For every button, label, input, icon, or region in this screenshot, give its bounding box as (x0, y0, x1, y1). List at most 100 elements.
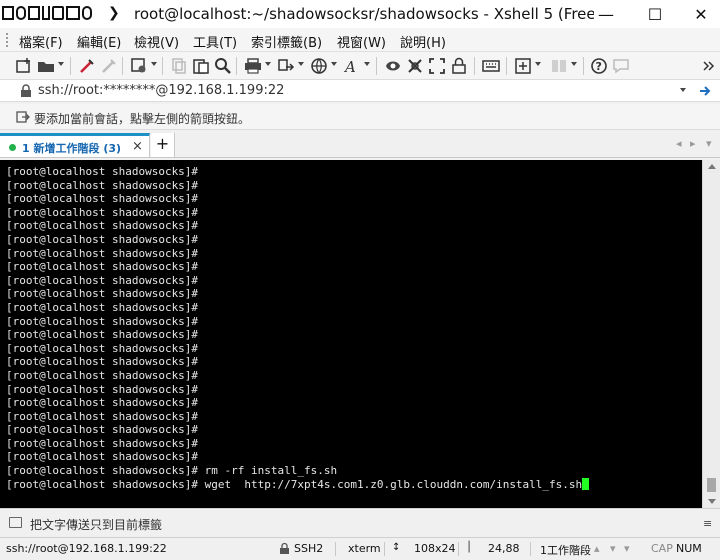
address-input[interactable]: ssh://root:********@192.168.1.199:22 (38, 83, 284, 98)
menu-view[interactable]: 檢視(V) (134, 32, 179, 51)
find-icon[interactable] (214, 57, 232, 75)
open-folder-icon[interactable] (37, 57, 55, 75)
print-icon[interactable] (244, 57, 262, 75)
transfer-dropdown-icon[interactable] (298, 62, 304, 66)
properties-icon[interactable] (130, 57, 148, 75)
status-session-list-icon[interactable]: ▾ (624, 542, 630, 555)
menu-file[interactable]: 檔案(F) (19, 32, 63, 51)
status-lock-icon (280, 542, 289, 554)
status-connection: ssh://root@192.168.1.199:22 (6, 542, 167, 555)
toolbar-overflow-icon[interactable] (700, 57, 718, 75)
terminal-line: [root@localhost shadowsocks]# (6, 396, 199, 410)
compose-bar[interactable]: 把文字傳送只到目前標籤 ≡ (0, 508, 720, 538)
svg-text:A: A (343, 58, 356, 75)
terminal-current-command: [root@localhost shadowsocks]# wget http:… (6, 477, 583, 491)
lock-icon[interactable] (450, 57, 468, 75)
tab-session-1[interactable]: 1 新增工作階段 (3) × (0, 133, 150, 157)
terminal-line: [root@localhost shadowsocks]# (6, 436, 199, 450)
svg-text:?: ? (596, 60, 602, 73)
status-bar: ssh://root@192.168.1.199:22 SSH2 xterm ↕… (0, 538, 720, 560)
scroll-down-icon[interactable] (708, 499, 716, 504)
app-logo-icon (2, 4, 92, 22)
terminal-line: [root@localhost shadowsocks]# (6, 260, 199, 274)
help-icon[interactable]: ? (590, 57, 608, 75)
compose-menu-icon[interactable]: ≡ (703, 517, 712, 530)
open-dropdown-icon[interactable] (58, 62, 64, 66)
close-button[interactable]: ✕ (678, 0, 720, 28)
disconnect-icon[interactable] (100, 57, 118, 75)
hint-bar: 要添加當前會話，點擊左側的箭頭按鈕。 (0, 104, 720, 130)
bookmark-arrow-icon[interactable] (16, 110, 30, 124)
tab-close-icon[interactable]: × (132, 139, 143, 154)
menu-bar: 檔案(F) 編輯(E) 檢視(V) 工具(T) 索引標籤(B) 視窗(W) 說明… (0, 28, 720, 52)
menu-tabs[interactable]: 索引標籤(B) (251, 32, 322, 51)
menu-grip-icon[interactable] (6, 33, 9, 47)
new-tab-dropdown-icon[interactable] (535, 62, 541, 66)
terminal-line: [root@localhost shadowsocks]# (6, 450, 199, 464)
address-bar[interactable]: ssh://root:********@192.168.1.199:22 (0, 80, 720, 102)
globe-icon[interactable] (310, 57, 328, 75)
compose-keyboard-icon[interactable] (9, 517, 22, 528)
copy-icon[interactable] (170, 57, 188, 75)
terminal-scrollbar[interactable] (702, 160, 720, 508)
new-tab-icon[interactable] (514, 57, 532, 75)
print-dropdown-icon[interactable] (265, 62, 271, 66)
menu-tools[interactable]: 工具(T) (193, 32, 237, 51)
status-terminal-type: xterm (348, 542, 381, 555)
status-session-up-icon[interactable]: ▴ (594, 542, 600, 555)
globe-dropdown-icon[interactable] (331, 62, 337, 66)
terminal-line: [root@localhost shadowsocks]# (6, 314, 199, 328)
tab-list-icon[interactable]: ▾ (706, 137, 712, 150)
layout-dropdown-icon[interactable] (571, 62, 577, 66)
connect-icon[interactable] (78, 57, 96, 75)
maximize-button[interactable]: ☐ (632, 0, 678, 28)
tab-next-icon[interactable]: ▸ (690, 137, 696, 150)
scrollbar-thumb[interactable] (707, 478, 716, 492)
terminal-line: [root@localhost shadowsocks]# (6, 355, 199, 369)
xftp-icon[interactable] (384, 57, 402, 75)
add-tab-button[interactable]: + (151, 133, 175, 157)
terminal-line: [root@localhost shadowsocks]# (6, 192, 199, 206)
font-icon[interactable]: A (343, 57, 361, 75)
menu-edit[interactable]: 編輯(E) (77, 32, 121, 51)
paste-icon[interactable] (192, 57, 210, 75)
terminal-line: [root@localhost shadowsocks]# (6, 423, 199, 437)
terminal[interactable]: [root@localhost shadowsocks]# [root@loca… (0, 160, 702, 508)
toolbar: A ? (0, 52, 720, 80)
fullscreen-icon[interactable] (428, 57, 446, 75)
menu-help[interactable]: 說明(H) (400, 32, 446, 51)
scroll-up-icon[interactable] (708, 164, 716, 169)
go-arrow-icon[interactable] (698, 84, 712, 98)
status-cursor-icon: │ (466, 542, 473, 553)
terminal-line: [root@localhost shadowsocks]# (6, 165, 199, 178)
terminal-line: [root@localhost shadowsocks]# wget http:… (6, 477, 702, 492)
lock-icon (21, 84, 31, 97)
properties-dropdown-icon[interactable] (151, 62, 157, 66)
terminal-line: [root@localhost shadowsocks]# (6, 409, 199, 423)
menu-window[interactable]: 視窗(W) (337, 32, 386, 51)
compose-input[interactable]: 把文字傳送只到目前標籤 (30, 516, 162, 533)
new-session-icon[interactable] (15, 57, 33, 75)
address-dropdown-icon[interactable] (680, 88, 686, 92)
terminal-line: [root@localhost shadowsocks]# (6, 219, 199, 233)
title-bar: ❯ root@localhost:~/shadowsocksr/shadowso… (0, 0, 720, 28)
terminal-cursor (582, 477, 590, 490)
status-num-lock: NUM (676, 542, 702, 555)
tunneling-icon[interactable] (406, 57, 424, 75)
transfer-icon[interactable] (277, 57, 295, 75)
system-menu-chevron-icon[interactable]: ❯ (108, 5, 120, 21)
status-session-down-icon[interactable]: ▾ (610, 542, 616, 555)
font-dropdown-icon[interactable] (364, 62, 370, 66)
status-sessions: 1工作階段 (540, 544, 591, 557)
keyboard-icon[interactable] (482, 57, 500, 75)
status-cursor-position: 24,88 (488, 542, 520, 555)
minimize-button[interactable]: — (583, 0, 629, 28)
terminal-line: [root@localhost shadowsocks]# rm -rf ins… (6, 464, 338, 478)
status-size: 108x24 (414, 542, 456, 555)
layout-icon[interactable] (550, 57, 568, 75)
tab-label: 1 新增工作階段 (3) (22, 142, 122, 155)
tab-prev-icon[interactable]: ◂ (676, 137, 682, 150)
chat-icon[interactable] (612, 57, 630, 75)
terminal-line: [root@localhost shadowsocks]# (6, 300, 199, 314)
terminal-line: [root@localhost shadowsocks]# (6, 246, 199, 260)
